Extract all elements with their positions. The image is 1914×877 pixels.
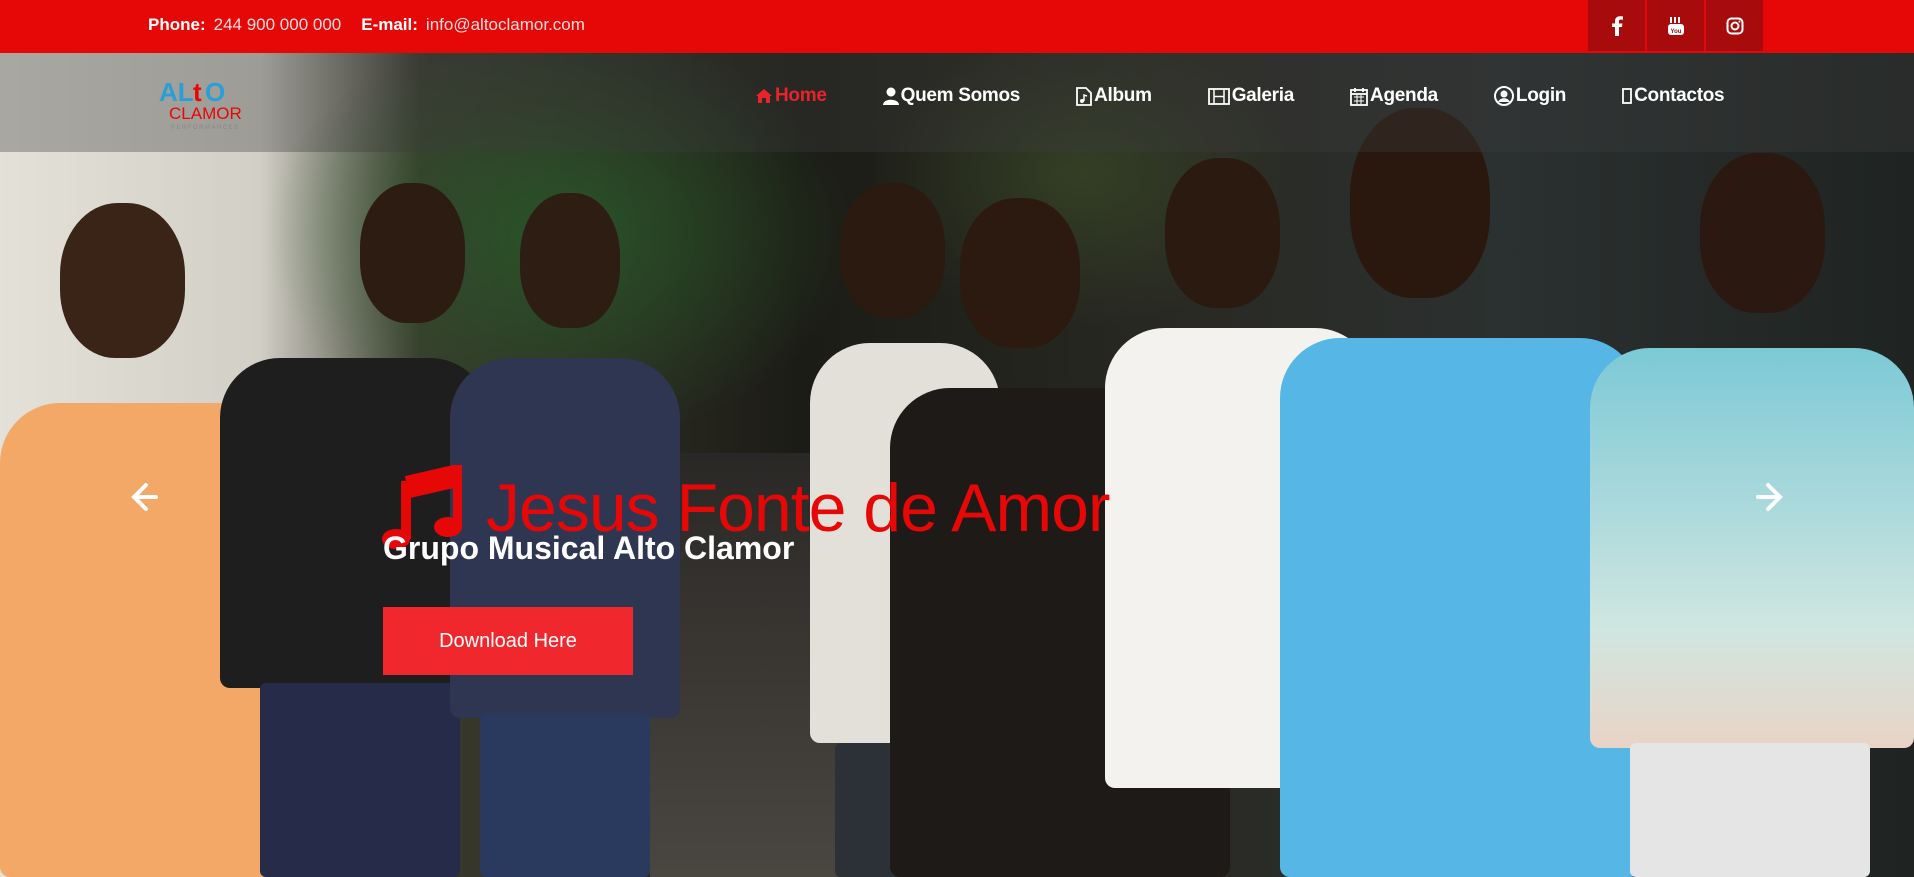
- home-icon: [756, 89, 772, 103]
- social-links: You: [1588, 0, 1763, 51]
- facebook-button[interactable]: [1588, 0, 1645, 51]
- nav-label-contactos: Contactos: [1634, 85, 1725, 106]
- download-button[interactable]: Download Here: [383, 607, 633, 675]
- contact-icon: [1622, 88, 1633, 104]
- svg-text:CLAMOR: CLAMOR: [169, 104, 242, 123]
- calendar-icon: [1350, 87, 1368, 106]
- nav-label-album: Album: [1094, 85, 1152, 106]
- main-navbar: AL t O CLAMOR PERFORMANCES Home Quem Som…: [0, 53, 1914, 152]
- svg-text:O: O: [205, 77, 225, 107]
- nav-label-agenda: Agenda: [1370, 85, 1438, 106]
- site-logo[interactable]: AL t O CLAMOR PERFORMANCES: [155, 73, 260, 133]
- nav-item-quem-somos[interactable]: Quem Somos: [882, 85, 1021, 107]
- nav-label-galeria: Galeria: [1231, 85, 1295, 106]
- user-circle-icon: [1493, 86, 1514, 106]
- nav-item-galeria[interactable]: Galeria: [1207, 85, 1295, 107]
- nav-menu: Home Quem Somos Album Galeria Agenda Log…: [755, 85, 1780, 107]
- nav-label-login: Login: [1515, 85, 1567, 106]
- instagram-icon: [1726, 17, 1743, 34]
- film-icon: [1207, 87, 1230, 105]
- phone-label: Phone:: [148, 14, 206, 34]
- person-8: [1590, 153, 1914, 877]
- person-7: [1280, 108, 1640, 877]
- svg-text:AL: AL: [159, 77, 194, 107]
- facebook-icon: [1611, 15, 1623, 36]
- contact-info: Phone: 244 900 000 000 E-mail: info@alto…: [148, 0, 605, 49]
- email-value[interactable]: info@altoclamor.com: [426, 15, 585, 35]
- user-icon: [882, 87, 899, 105]
- music-file-icon: [1076, 86, 1092, 106]
- nav-label-quem-somos: Quem Somos: [900, 85, 1021, 106]
- nav-item-contactos[interactable]: Contactos: [1622, 85, 1725, 107]
- youtube-button[interactable]: You: [1647, 0, 1704, 51]
- prev-slide-arrow-icon[interactable]: [126, 479, 162, 515]
- hero-subtitle: Grupo Musical Alto Clamor: [383, 530, 795, 566]
- nav-item-login[interactable]: Login: [1493, 85, 1567, 107]
- hero-slide-image: Jesus Fonte de Amor Grupo Musical Alto C…: [0, 53, 1914, 877]
- top-bar: Phone: 244 900 000 000 E-mail: info@alto…: [0, 0, 1914, 53]
- next-slide-arrow-icon[interactable]: [1752, 479, 1788, 515]
- svg-text:You: You: [1670, 29, 1681, 35]
- svg-text:PERFORMANCES: PERFORMANCES: [171, 125, 240, 131]
- svg-text:t: t: [193, 77, 202, 107]
- nav-item-home[interactable]: Home: [755, 85, 827, 107]
- nav-item-agenda[interactable]: Agenda: [1350, 85, 1438, 107]
- nav-label-home: Home: [775, 85, 827, 106]
- alto-clamor-logo: AL t O CLAMOR PERFORMANCES: [159, 77, 242, 131]
- nav-item-album[interactable]: Album: [1076, 85, 1152, 107]
- phone-value[interactable]: 244 900 000 000: [214, 15, 342, 35]
- email-label: E-mail:: [361, 14, 418, 34]
- instagram-button[interactable]: [1706, 0, 1763, 51]
- youtube-icon: You: [1667, 16, 1684, 35]
